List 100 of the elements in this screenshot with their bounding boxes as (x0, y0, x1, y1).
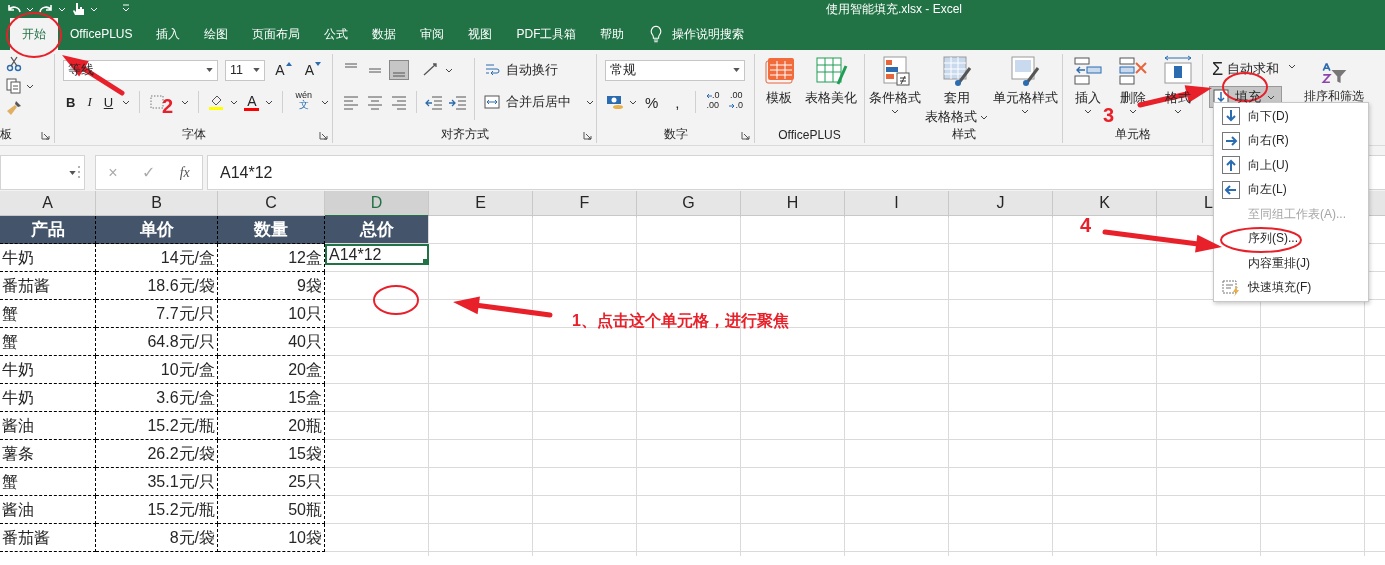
delete-cells-button[interactable]: 删除 (1115, 54, 1150, 114)
touch-icon[interactable] (70, 3, 86, 15)
arrow-down-icon (1222, 107, 1240, 126)
copy-icon[interactable] (6, 78, 22, 94)
caret-icon[interactable] (265, 99, 274, 105)
underline-button[interactable]: U (100, 91, 117, 113)
table-cell: 64.8元/只 (96, 328, 218, 356)
table-cell: 50瓶 (218, 496, 325, 524)
ribbon-tab[interactable]: 审阅 (408, 18, 457, 50)
dropdown-arrow-icon[interactable] (69, 170, 76, 175)
annotation-arrow (62, 55, 125, 96)
insert-function-button[interactable]: fx (179, 164, 190, 181)
font-color-button[interactable]: A (244, 93, 260, 111)
table-brush-icon (940, 54, 974, 88)
undo-icon[interactable] (6, 3, 22, 15)
menu-item[interactable]: 向上(U) (1214, 153, 1368, 178)
dialog-launcher-icon[interactable] (41, 131, 50, 140)
sort-filter-button[interactable]: 排序和筛选 (1304, 60, 1365, 105)
italic-button[interactable]: I (84, 91, 95, 113)
dialog-launcher-icon[interactable] (741, 131, 750, 140)
ribbon-tab[interactable]: OfficePLUS (58, 18, 145, 50)
insert-cells-button[interactable]: 插入 (1070, 54, 1105, 114)
caret-icon (1267, 94, 1275, 100)
cell-styles-button[interactable]: 单元格样式 (992, 54, 1058, 114)
wrap-text-button[interactable]: 自动换行 (481, 58, 594, 82)
format-painter-icon[interactable] (6, 100, 22, 116)
header-cell: 数量 (218, 216, 325, 244)
ribbon-tab[interactable]: 绘图 (192, 18, 241, 50)
caret-icon[interactable] (321, 99, 329, 105)
menu-item[interactable]: 快速填充(F) (1214, 275, 1368, 300)
caret-icon (1173, 109, 1182, 114)
percent-button[interactable]: % (641, 91, 663, 113)
menu-item[interactable]: 向右(R) (1214, 128, 1368, 153)
step-number: 2 (162, 96, 174, 116)
table-cell: 番茄酱 (0, 272, 96, 300)
ribbon-tab[interactable]: 开始 (10, 18, 58, 50)
comma-button[interactable]: , (666, 91, 688, 113)
conditional-formatting-button[interactable]: 条件格式 (869, 54, 922, 114)
bold-button[interactable]: B (63, 91, 79, 113)
caret-icon[interactable] (1288, 64, 1297, 69)
dialog-launcher-icon[interactable] (583, 131, 592, 140)
caret-icon[interactable] (445, 67, 453, 73)
scissors-icon[interactable] (6, 56, 22, 72)
font-size-field[interactable]: 11 (224, 59, 266, 81)
caret-icon[interactable] (629, 99, 637, 105)
caret-icon[interactable] (586, 99, 594, 105)
fill-color-icon[interactable] (208, 94, 225, 110)
lightbulb-icon[interactable] (650, 25, 663, 43)
tell-me-search[interactable]: 操作说明搜索 (672, 25, 745, 43)
increase-decimal-button[interactable]: .0 .00 (702, 91, 723, 113)
increase-font-button[interactable]: A (272, 59, 295, 81)
table-cell: 蟹 (0, 300, 96, 328)
merge-cells-icon (484, 94, 500, 110)
menu-item[interactable]: 序列(S)... (1214, 226, 1368, 251)
decrease-font-button[interactable]: A (301, 59, 324, 81)
number-format-field[interactable]: 常规 (605, 59, 745, 81)
table-cell: 35.1元/只 (96, 468, 218, 496)
table-cell: 15袋 (218, 440, 325, 468)
ribbon-tab[interactable]: 视图 (456, 18, 505, 50)
header-cell: 总价 (325, 216, 429, 244)
ribbon-tab[interactable]: PDF工具箱 (504, 18, 589, 50)
ribbon-tab[interactable]: 帮助 (588, 18, 637, 50)
table-cell: 20盒 (218, 356, 325, 384)
table-cell: 10元/盒 (96, 356, 218, 384)
table-cell: 蟹 (0, 468, 96, 496)
drag-handle-icon[interactable] (77, 165, 81, 179)
ribbon-tab[interactable]: 公式 (312, 18, 361, 50)
ribbon-tab[interactable]: 页面布局 (240, 18, 313, 50)
table-cell: 14元/盒 (96, 244, 218, 272)
caret-icon (891, 109, 900, 114)
caret-icon[interactable] (26, 83, 34, 89)
table-cell: 12盒 (218, 244, 325, 272)
ribbon-tab[interactable]: 数据 (360, 18, 409, 50)
table-beautify-button[interactable]: 表格美化 (805, 54, 858, 107)
column-header[interactable]: D (325, 191, 429, 217)
phonetic-guide-button[interactable]: wén 文 (292, 91, 315, 113)
header-cell: 产品 (0, 216, 96, 244)
table-cell: 40只 (218, 328, 325, 356)
dropdown-arrow-icon[interactable] (205, 68, 213, 72)
template-button[interactable]: 模板 (761, 54, 796, 107)
caret-icon (980, 115, 989, 120)
redo-icon[interactable] (38, 3, 54, 15)
decrease-decimal-button[interactable]: .00 .0 (726, 91, 746, 113)
caret-icon (1021, 109, 1030, 114)
format-as-table-button[interactable]: 套用 表格格式 (925, 54, 989, 126)
dropdown-arrow-icon[interactable] (733, 68, 740, 72)
table-cell: 10只 (218, 300, 325, 328)
table-cell: 蟹 (0, 328, 96, 356)
group-label: 字体 (181, 126, 206, 143)
caret-icon[interactable] (122, 99, 131, 105)
caret-icon[interactable] (181, 99, 190, 105)
dialog-launcher-icon[interactable] (319, 131, 328, 140)
ribbon-tab[interactable]: 插入 (144, 18, 193, 50)
merge-center-button[interactable]: 合并后居中 (481, 91, 574, 113)
menu-item[interactable]: 内容重排(J) (1214, 251, 1368, 276)
customize-icon[interactable] (122, 4, 130, 14)
step-number: 4 (1080, 215, 1092, 235)
window-title: 使用智能填充.xlsx - Excel (826, 0, 962, 18)
caret-icon[interactable] (230, 99, 239, 105)
dropdown-arrow-icon[interactable] (253, 68, 261, 72)
